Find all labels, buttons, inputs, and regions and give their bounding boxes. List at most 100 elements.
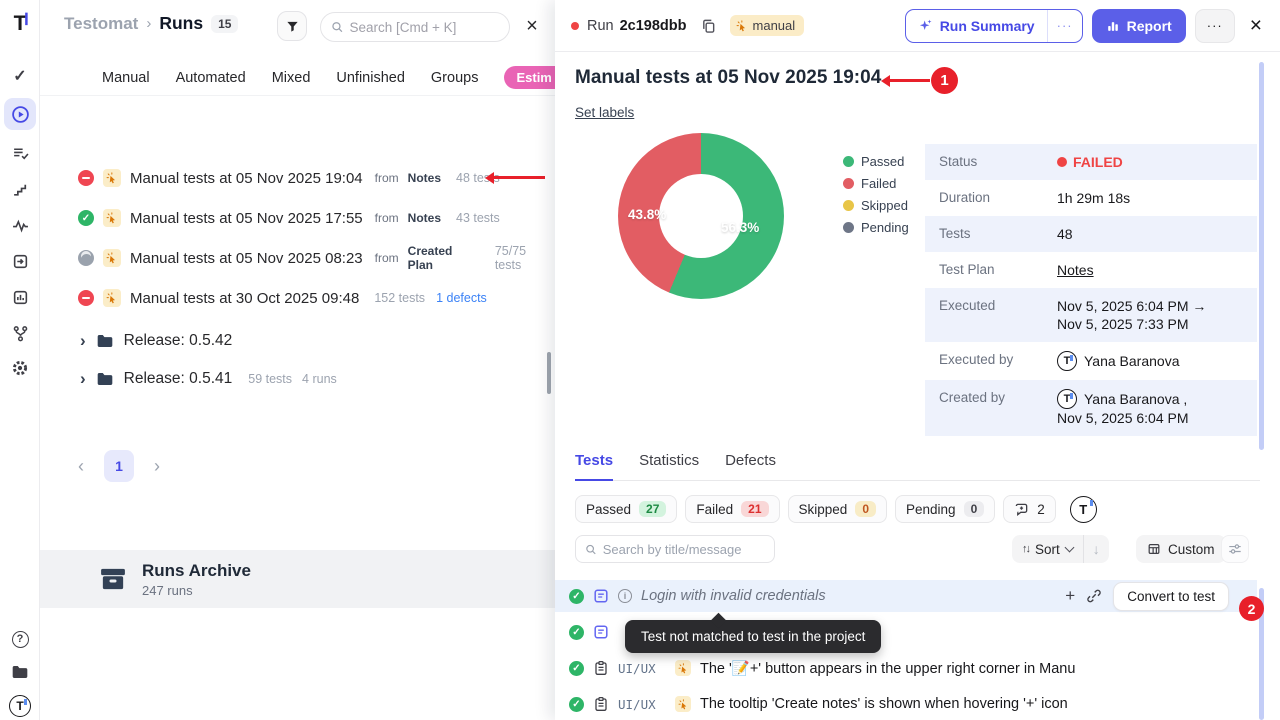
chevron-right-icon[interactable]: › (80, 369, 86, 389)
sort-button[interactable]: ↑↓ Sort (1012, 535, 1084, 563)
more-actions-button[interactable]: ··· (1195, 9, 1235, 43)
pulse-icon[interactable] (0, 216, 40, 234)
runs-search-input[interactable] (349, 20, 499, 35)
convert-to-test-button[interactable]: Convert to test (1113, 582, 1229, 611)
passed-status-icon: ✓ (569, 625, 584, 640)
tasks-icon[interactable]: ✓ (0, 66, 40, 86)
run-row-1[interactable]: Manual tests at 05 Nov 2025 19:04 from N… (40, 164, 555, 192)
import-icon[interactable] (0, 252, 40, 270)
run-title[interactable]: Manual tests at 05 Nov 2025 17:55 (130, 210, 363, 227)
set-labels-link[interactable]: Set labels (575, 105, 634, 120)
view-settings-button[interactable] (1221, 535, 1249, 563)
assignee-avatar[interactable]: T (1070, 496, 1097, 523)
annotation-arrow-title (884, 79, 930, 82)
chip-passed[interactable]: Passed27 (575, 495, 677, 523)
passed-status-icon: ✓ (78, 210, 94, 226)
chevron-right-icon[interactable]: › (80, 331, 86, 351)
test-title[interactable]: The '📝+' button appears in the upper rig… (700, 660, 1075, 677)
report-chart-icon (1106, 19, 1120, 33)
info-row-duration: Duration 1h 29m 18s (925, 180, 1257, 216)
manual-run-icon (103, 169, 121, 187)
steps-icon[interactable] (0, 180, 40, 198)
table-grid-icon (1147, 542, 1161, 556)
chip-skipped[interactable]: Skipped0 (788, 495, 887, 523)
tab-defects[interactable]: Defects (725, 452, 776, 480)
list-check-icon[interactable] (0, 144, 40, 162)
folder-icon (96, 370, 114, 388)
report-button[interactable]: Report (1092, 9, 1186, 43)
runs-search[interactable] (320, 12, 510, 42)
tests-search-input[interactable] (603, 542, 765, 557)
test-row-3[interactable]: ✓ UI/UX The '📝+' button appears in the u… (555, 652, 1257, 684)
info-row-created-by: Created by T Yana Baranova , Nov 5, 2025… (925, 380, 1257, 436)
test-plan-link[interactable]: Notes (1057, 261, 1094, 279)
help-icon[interactable]: ? (0, 630, 40, 648)
copy-run-id-button[interactable] (701, 18, 716, 34)
app-logo[interactable]: T❙ (0, 10, 40, 38)
run-title[interactable]: Manual tests at 30 Oct 2025 09:48 (130, 290, 359, 307)
page-prev-button[interactable]: ‹ (78, 456, 84, 477)
release-row-2[interactable]: › Release: 0.5.41 59 tests 4 runs (40, 364, 555, 394)
user-avatar[interactable]: T (0, 694, 40, 718)
run-source[interactable]: Notes (408, 211, 441, 225)
search-icon (585, 543, 597, 556)
test-row-1[interactable]: ✓ i Login with invalid credentials + Con… (555, 580, 1257, 612)
chip-pending[interactable]: Pending0 (895, 495, 995, 523)
test-row-4[interactable]: ✓ UI/UX The tooltip 'Create notes' is sh… (555, 688, 1257, 720)
tab-manual[interactable]: Manual (102, 70, 150, 86)
legend-item-passed[interactable]: Passed (843, 150, 909, 172)
tab-statistics[interactable]: Statistics (639, 452, 699, 480)
legend-item-pending[interactable]: Pending (843, 216, 909, 238)
test-title[interactable]: The tooltip 'Create notes' is shown when… (700, 696, 1068, 712)
left-panel-scrollbar[interactable] (547, 352, 551, 394)
gear-icon[interactable] (0, 358, 40, 378)
chip-failed[interactable]: Failed21 (685, 495, 779, 523)
run-summary-more-button[interactable]: ··· (1047, 10, 1082, 42)
tests-search[interactable] (575, 535, 775, 563)
add-icon[interactable]: + (1065, 586, 1075, 606)
runs-archive-item[interactable]: Runs Archive 247 runs (40, 550, 555, 608)
page-number-current[interactable]: 1 (104, 450, 134, 482)
runs-nav-active[interactable] (0, 98, 40, 130)
run-row-3[interactable]: Manual tests at 05 Nov 2025 08:23 from C… (40, 244, 555, 272)
run-summary-button[interactable]: Run Summary (906, 10, 1047, 42)
test-title[interactable]: Login with invalid credentials (641, 588, 826, 604)
breadcrumb-project[interactable]: Testomat (64, 14, 138, 34)
tab-mixed[interactable]: Mixed (272, 70, 311, 86)
detail-scrollbar-top[interactable] (1259, 62, 1264, 450)
release-row-1[interactable]: › Release: 0.5.42 (40, 326, 555, 356)
tab-groups[interactable]: Groups (431, 70, 479, 86)
run-source[interactable]: Created Plan (408, 244, 480, 272)
sort-direction-button[interactable]: ↓ (1084, 541, 1109, 557)
filter-button[interactable] (277, 11, 307, 41)
archive-title: Runs Archive (142, 561, 251, 581)
breadcrumb-separator: › (146, 15, 151, 32)
estimate-badge[interactable]: Estim (504, 66, 555, 89)
run-title[interactable]: Manual tests at 05 Nov 2025 19:04 (130, 170, 363, 187)
run-label: Run (587, 18, 614, 34)
suite-label[interactable]: UI/UX (618, 661, 666, 676)
tab-unfinished[interactable]: Unfinished (336, 70, 405, 86)
release-title[interactable]: Release: 0.5.42 (124, 332, 233, 350)
chip-comments[interactable]: 2 (1003, 495, 1056, 523)
branch-icon[interactable] (0, 324, 40, 342)
legend-item-failed[interactable]: Failed (843, 172, 909, 194)
link-icon[interactable] (1086, 588, 1102, 604)
close-detail-button[interactable]: × (1250, 14, 1262, 38)
tab-tests[interactable]: Tests (575, 452, 613, 481)
page-next-button[interactable]: › (154, 456, 160, 477)
analytics-icon[interactable] (0, 288, 40, 306)
panel-close-button[interactable]: × (518, 12, 546, 40)
folder-icon[interactable] (0, 663, 40, 681)
release-title[interactable]: Release: 0.5.41 (124, 370, 233, 388)
tab-automated[interactable]: Automated (176, 70, 246, 86)
suite-label[interactable]: UI/UX (618, 697, 666, 712)
run-source[interactable]: Notes (408, 171, 441, 185)
run-row-4[interactable]: Manual tests at 30 Oct 2025 09:48 152 te… (40, 284, 555, 312)
info-icon: i (618, 589, 632, 603)
run-row-2[interactable]: ✓ Manual tests at 05 Nov 2025 17:55 from… (40, 204, 555, 232)
run-title[interactable]: Manual tests at 05 Nov 2025 08:23 (130, 250, 363, 267)
run-defects-link[interactable]: 1 defects (436, 291, 487, 305)
custom-view-button[interactable]: Custom (1136, 535, 1226, 563)
legend-item-skipped[interactable]: Skipped (843, 194, 909, 216)
